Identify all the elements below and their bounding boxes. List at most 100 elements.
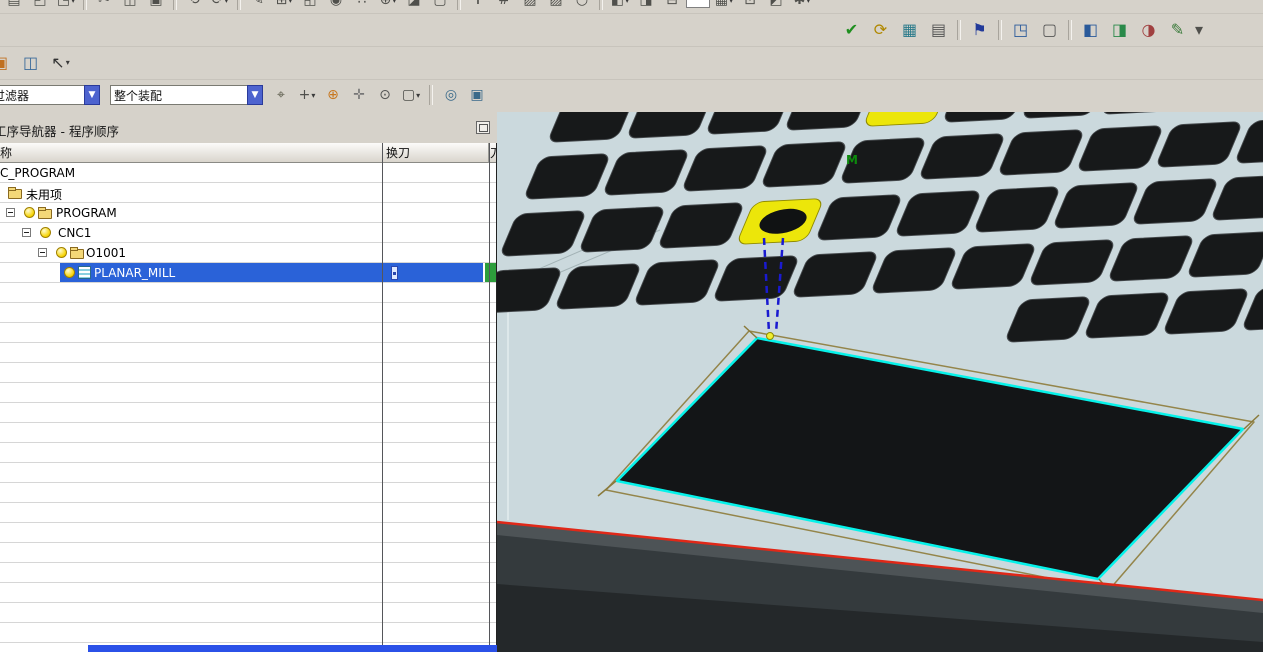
circle-ref-icon[interactable]: ○ [570,0,594,12]
shop-doc-icon[interactable]: ▢ [1036,16,1063,43]
datum-plane-icon[interactable]: ⊞ ▾ [272,0,296,12]
render-style-icon-glyph: ▦ [714,0,729,8]
cut-icon-glyph: ✂ [98,0,110,8]
circle-ref-icon-glyph: ○ [575,0,589,8]
assembly-scope-text: 整个装配 [114,88,163,103]
solid-box-icon[interactable]: ▣ [466,84,488,106]
toolpath-status-cell [485,263,496,282]
dropdown-caret[interactable]: ▾ [224,0,228,5]
machine-simulation-flag-icon[interactable]: ⚑ [966,16,993,43]
datum-circle-icon[interactable]: ⊙ [374,84,396,106]
select-arrow-icon[interactable]: ↖ ▾ [47,49,74,76]
post-process-icon[interactable]: ◳ [1007,16,1034,43]
datum-plane-icon-glyph: ⊞ [275,0,288,8]
layer-settings-icon[interactable]: ⊟ [660,0,684,12]
show-hide-icon-glyph: ◎ [444,87,458,103]
reuse-library-icon[interactable]: ▣ [0,49,14,76]
window-icon[interactable]: ◧ ▾ [608,0,632,12]
tree-row-o1001[interactable]: O1001 [0,243,497,263]
tree-row-program[interactable]: PROGRAM [0,203,497,223]
generate-toolpath-icon[interactable]: ✔ [838,16,865,43]
unite-icon[interactable]: ⊕ ▾ [376,0,400,12]
graphics-canvas[interactable]: M [497,112,1263,652]
sketch-icon[interactable]: ✎ [246,0,270,12]
dropdown-caret[interactable]: ▾ [416,91,420,100]
open-file-icon[interactable]: ◰ [28,0,52,12]
measure-icon[interactable]: # [492,0,516,12]
undo-icon[interactable]: ⟲ [182,0,206,12]
assembly-scope-value[interactable]: 整个装配 [110,85,247,105]
dropdown-caret[interactable]: ▾ [66,58,70,67]
extrude-icon[interactable]: ◱ [298,0,322,12]
dropdown-caret[interactable]: ▾ [288,0,292,5]
graphics-viewport[interactable]: M [497,112,1263,652]
snap-point-dot [766,332,774,340]
pattern-icon[interactable]: ∷ [350,0,374,12]
dropdown-caret[interactable]: ▾ [625,0,629,5]
assembly-scope-dropdown-button[interactable]: ▼ [247,85,263,105]
redo-icon[interactable]: ⟳ ▾ [208,0,232,12]
hole-icon[interactable]: ◉ [324,0,348,12]
list-toolpath-icon-glyph: ▤ [930,19,947,39]
output-cls-icon[interactable]: ◧ [1077,16,1104,43]
bulb-icon [24,207,35,218]
dropdown-caret[interactable]: ▾ [806,0,810,5]
blend-icon[interactable]: ◪ [402,0,426,12]
column-header-toolchange[interactable]: 换刀 [383,143,489,163]
update-status-icon[interactable]: ◑ [1135,16,1162,43]
assembly-scope-combobox[interactable]: 整个装配 ▼ [110,85,263,105]
verify-toolpath-icon[interactable]: ▦ [896,16,923,43]
wcs-icon[interactable]: ✛ [466,0,490,12]
view-manager-icon[interactable]: ◫ [17,49,44,76]
expander-icon[interactable] [6,208,15,217]
list-toolpath-icon[interactable]: ▤ [925,16,952,43]
tools-icon[interactable]: ✱ ▾ [790,0,814,12]
column-divider[interactable] [489,143,490,652]
filter-combobox-value[interactable]: 过滤器 [0,85,84,105]
copy-icon[interactable]: ◫ [118,0,142,12]
offset-point-icon[interactable]: ✛ [348,84,370,106]
section-view-icon[interactable]: ▨ [518,0,542,12]
expander-icon[interactable] [22,228,31,237]
selection-rect-icon[interactable]: ▢ ▾ [400,84,422,106]
paste-icon[interactable]: ▣ [144,0,168,12]
show-hide-icon[interactable]: ◎ [440,84,462,106]
new-file-icon[interactable]: ▤ [2,0,26,12]
dropdown-caret[interactable]: ▾ [311,91,315,100]
operation-navigator-tree[interactable]: NC_PROGRAM 未用项 PROGRAM CNC1 O1001 PLANAR_MILL [0,163,497,652]
ops-more-button[interactable]: ▾ [1193,16,1205,43]
snapshot-icon[interactable]: ◩ [764,0,788,12]
column-header-toolchange-label: 换刀 [386,146,411,160]
clip-section-icon[interactable]: ▨ [544,0,568,12]
dropdown-caret[interactable]: ▾ [392,0,396,5]
dropdown-caret[interactable]: ▾ [729,0,733,5]
tree-row-未用项[interactable]: 未用项 [0,183,497,203]
point-dialog-icon[interactable]: ⊕ [322,84,344,106]
filter-combobox-dropdown-button[interactable]: ▼ [84,85,100,105]
filter-combobox[interactable]: 过滤器 ▼ [0,85,100,105]
snap-point-icon[interactable]: + ▾ [296,84,318,106]
shell-icon[interactable]: ▢ [428,0,452,12]
replay-toolpath-icon[interactable]: ⟳ [867,16,894,43]
find-component-icon[interactable]: ⌖ [270,84,292,106]
tree-row-nc_program[interactable]: NC_PROGRAM [0,163,497,183]
chevron-down-icon: ▼ [88,90,96,100]
view-layout-icon[interactable]: ◨ [634,0,658,12]
dropdown-caret[interactable]: ▾ [71,0,75,5]
post-process-icon-glyph: ◳ [1012,19,1029,39]
render-style-icon[interactable]: ▦ ▾ [712,0,736,12]
tree-row-planar_mill[interactable]: PLANAR_MILL [0,263,497,283]
batch-process-icon[interactable]: ◨ [1106,16,1133,43]
panel-float-button[interactable] [476,121,490,134]
cut-icon[interactable]: ✂ [92,0,116,12]
edit-operation-icon[interactable]: ✎ [1164,16,1191,43]
save-icon[interactable]: ◳ ▾ [54,0,78,12]
orient-view-icon[interactable]: ⊡ [738,0,762,12]
column-divider[interactable] [382,143,383,652]
solid-box-icon-glyph: ▣ [470,87,484,103]
view-scale-input[interactable] [686,0,710,8]
column-header-name[interactable]: 名称 [0,143,383,163]
expander-icon[interactable] [38,248,47,257]
wcs-icon-glyph: ✛ [472,0,484,8]
tree-row-cnc1[interactable]: CNC1 [0,223,497,243]
